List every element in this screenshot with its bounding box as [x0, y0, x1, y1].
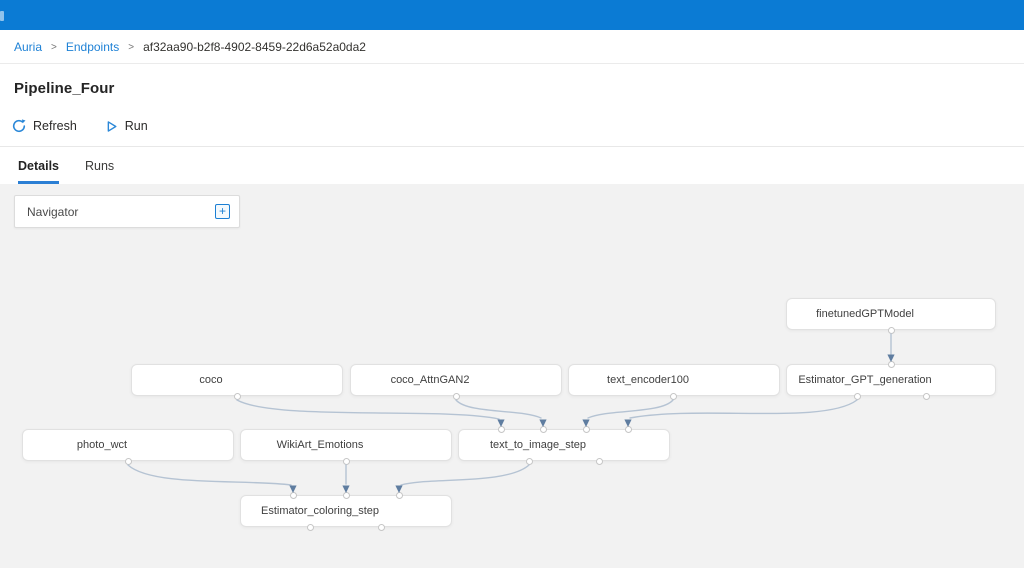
- port: [125, 458, 132, 465]
- breadcrumb-separator-icon: >: [51, 42, 57, 53]
- node-photo-wct[interactable]: photo_wct: [22, 429, 234, 461]
- port: [888, 361, 895, 368]
- breadcrumb-link-auria[interactable]: Auria: [14, 40, 42, 54]
- port: [923, 393, 930, 400]
- run-play-icon: [105, 120, 118, 133]
- run-button[interactable]: Run: [105, 119, 148, 133]
- tab-bar: Details Runs: [0, 147, 1024, 184]
- port: [583, 426, 590, 433]
- command-bar: Refresh Run: [0, 112, 1024, 140]
- node-estimator-gpt-generation[interactable]: Estimator_GPT_generation: [786, 364, 996, 396]
- port: [453, 393, 460, 400]
- port: [396, 492, 403, 499]
- node-label: text_encoder100: [607, 374, 689, 386]
- navigator-label: Navigator: [27, 205, 78, 219]
- port: [343, 492, 350, 499]
- port: [307, 524, 314, 531]
- node-estimator-coloring-step[interactable]: Estimator_coloring_step: [240, 495, 452, 527]
- breadcrumb-current-endpoint-id: af32aa90-b2f8-4902-8459-22d6a52a0da2: [143, 40, 366, 54]
- node-label: coco: [199, 374, 222, 386]
- node-wikiart-emotions[interactable]: WikiArt_Emotions: [240, 429, 452, 461]
- titlebar-artifact: [0, 11, 4, 21]
- port: [854, 393, 861, 400]
- port: [670, 393, 677, 400]
- node-finetunedgptmodel[interactable]: finetunedGPTModel: [786, 298, 996, 330]
- node-label: finetunedGPTModel: [816, 308, 914, 320]
- port: [540, 426, 547, 433]
- refresh-icon: [12, 119, 26, 133]
- port: [625, 426, 632, 433]
- port: [888, 327, 895, 334]
- navigator-panel: Navigator +: [14, 195, 240, 228]
- refresh-button[interactable]: Refresh: [12, 119, 77, 133]
- port: [343, 458, 350, 465]
- title-row: Pipeline_Four: [0, 64, 1024, 112]
- breadcrumb: Auria > Endpoints > af32aa90-b2f8-4902-8…: [0, 30, 1024, 64]
- run-label: Run: [125, 119, 148, 133]
- node-label: Estimator_GPT_generation: [798, 374, 931, 386]
- port: [526, 458, 533, 465]
- node-label: photo_wct: [77, 439, 127, 451]
- node-text-to-image-step[interactable]: text_to_image_step: [458, 429, 670, 461]
- port: [234, 393, 241, 400]
- node-label: WikiArt_Emotions: [277, 439, 364, 451]
- pipeline-canvas[interactable]: Navigator + finetunedGPTModel coco coco_…: [0, 184, 1024, 568]
- port: [498, 426, 505, 433]
- navigator-expand-icon[interactable]: +: [215, 204, 230, 219]
- tab-runs[interactable]: Runs: [85, 159, 114, 184]
- refresh-label: Refresh: [33, 119, 77, 133]
- app-titlebar: [0, 0, 1024, 30]
- node-coco[interactable]: coco: [131, 364, 343, 396]
- node-coco-attngan2[interactable]: coco_AttnGAN2: [350, 364, 562, 396]
- tab-details[interactable]: Details: [18, 159, 59, 184]
- port: [596, 458, 603, 465]
- node-text-encoder100[interactable]: text_encoder100: [568, 364, 780, 396]
- node-label: text_to_image_step: [490, 439, 586, 451]
- node-label: coco_AttnGAN2: [391, 374, 470, 386]
- port: [378, 524, 385, 531]
- breadcrumb-separator-icon: >: [128, 42, 134, 53]
- node-label: Estimator_coloring_step: [261, 505, 379, 517]
- port: [290, 492, 297, 499]
- breadcrumb-link-endpoints[interactable]: Endpoints: [66, 40, 119, 54]
- page-title: Pipeline_Four: [14, 80, 1024, 97]
